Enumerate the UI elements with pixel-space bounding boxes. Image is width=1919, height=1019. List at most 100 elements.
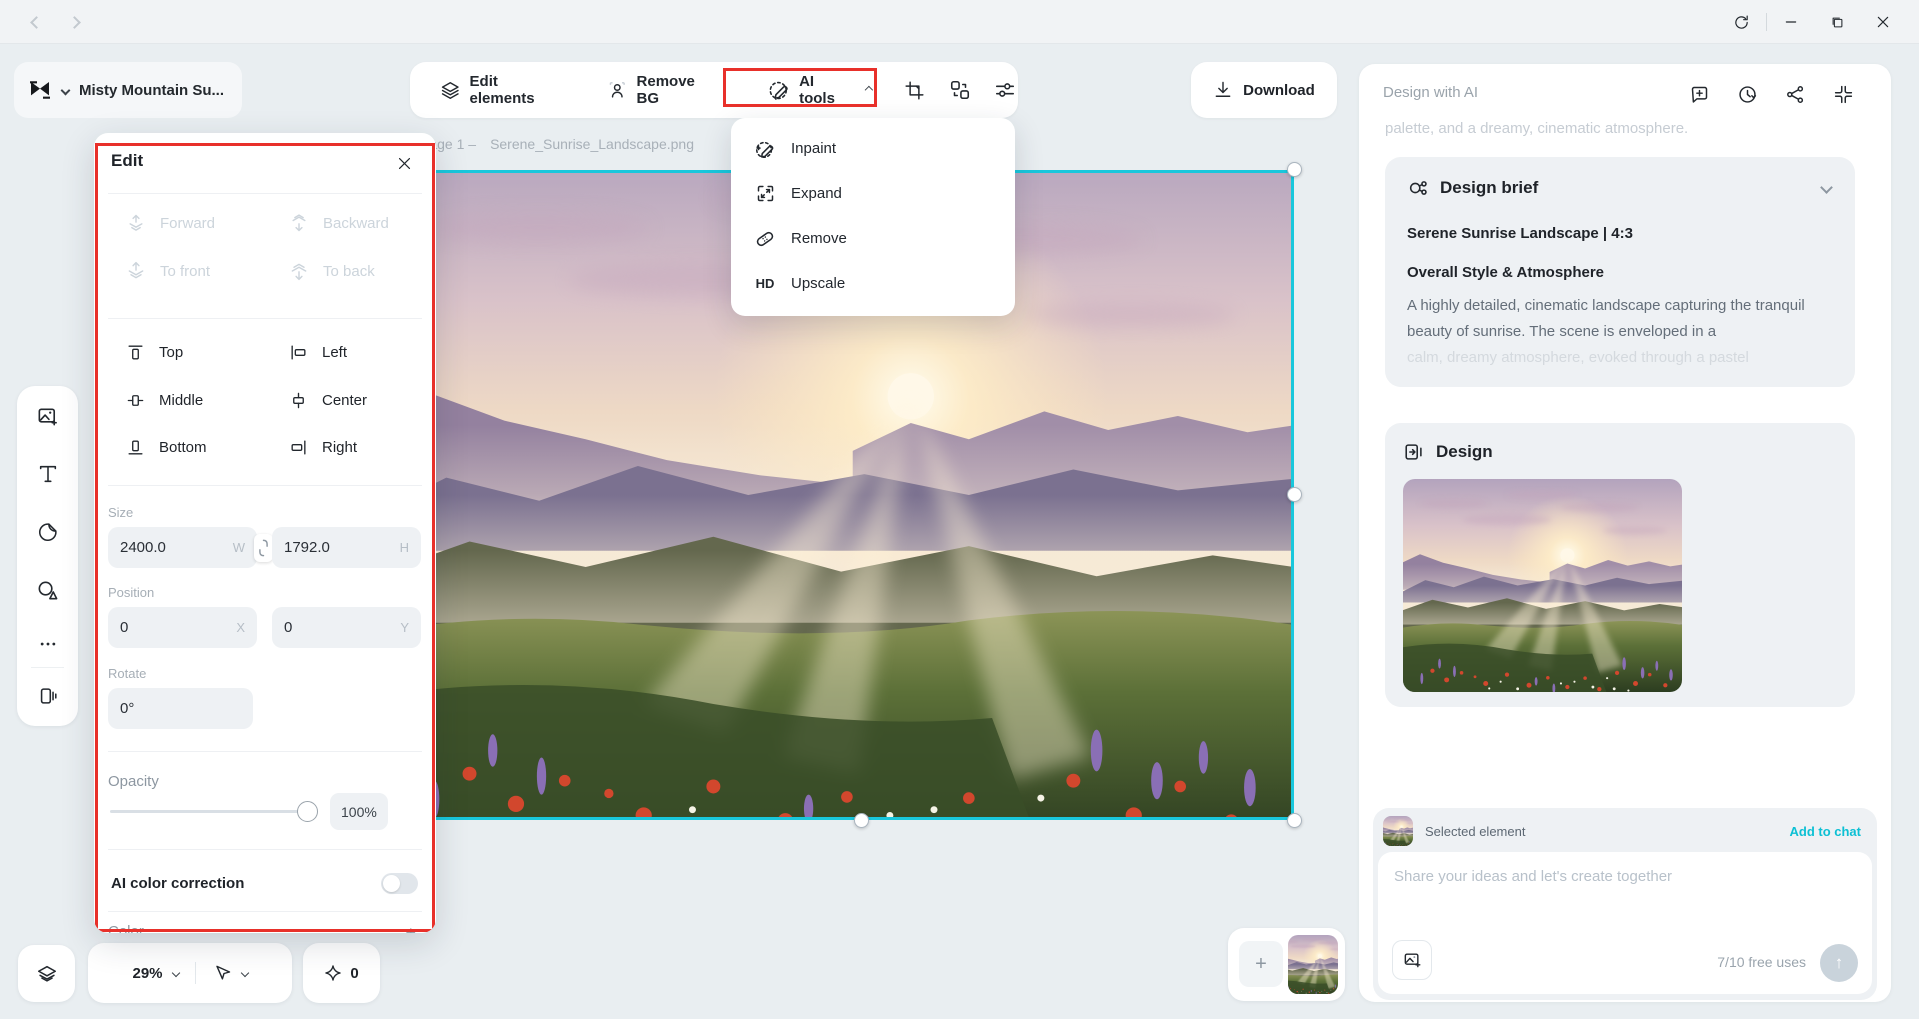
constrain-proportions-toggle[interactable] (254, 534, 273, 562)
ai-tools-menu: Inpaint Expand Remove HD Upscale (731, 118, 1015, 316)
rotate-field[interactable] (108, 688, 253, 729)
replace-icon (950, 80, 969, 100)
align-right-button[interactable]: Right (289, 438, 357, 457)
opacity-slider-thumb[interactable] (297, 801, 318, 822)
align-bottom-icon (128, 440, 143, 455)
selection-handle-top-right[interactable] (1287, 162, 1302, 177)
width-input[interactable] (120, 539, 220, 556)
align-bottom-button[interactable]: Bottom (126, 438, 207, 457)
cursor-icon[interactable] (212, 963, 232, 983)
menu-item-expand[interactable]: Expand (731, 171, 1015, 216)
zoom-level[interactable]: 29% (132, 965, 162, 982)
position-y-input[interactable] (284, 619, 384, 636)
sticker-tool-button[interactable] (30, 514, 66, 550)
align-left-button[interactable]: Left (289, 343, 347, 362)
more-tools-button[interactable] (30, 626, 66, 662)
edit-panel: Edit Forward Backward To front To back T… (94, 133, 436, 933)
position-x-input[interactable] (120, 619, 220, 636)
backward-button[interactable]: Backward (289, 213, 389, 233)
download-label: Download (1243, 81, 1315, 99)
chevron-down-icon[interactable] (60, 85, 71, 95)
maximize-button[interactable] (1822, 8, 1852, 36)
selection-handle-bottom[interactable] (854, 813, 869, 828)
to-front-button[interactable]: To front (126, 261, 210, 281)
position-x-field[interactable]: X (108, 607, 257, 648)
breadcrumb-file[interactable]: Serene_Sunrise_Landscape.png (490, 136, 694, 152)
align-top-button[interactable]: Top (126, 343, 183, 362)
rotate-input[interactable] (120, 700, 220, 717)
close-edit-panel-button[interactable] (394, 153, 414, 173)
layers-button[interactable] (18, 945, 75, 1002)
attach-image-button[interactable] (1392, 940, 1432, 980)
add-to-chat-button[interactable]: Add to chat (1790, 824, 1862, 839)
design-brief-title: Design brief (1440, 178, 1539, 197)
color-label: Color (108, 923, 144, 933)
opacity-value-field[interactable]: 100% (330, 793, 388, 830)
history-button[interactable] (1735, 82, 1759, 106)
to-back-label: To back (323, 262, 375, 280)
adjust-button[interactable] (993, 72, 1018, 108)
chat-input[interactable] (1394, 868, 1834, 885)
menu-item-remove[interactable]: Remove (731, 216, 1015, 261)
page-thumbnail[interactable] (1288, 935, 1338, 994)
chevron-down-icon[interactable] (171, 968, 180, 978)
chevron-right-icon (67, 15, 81, 29)
ai-tools-button[interactable]: AI tools (758, 65, 882, 115)
to-front-label: To front (160, 262, 211, 280)
height-field[interactable]: H (272, 527, 421, 568)
selected-element-avatar (1383, 816, 1413, 846)
comment-plus-icon (1691, 86, 1707, 103)
panel-toggle-icon (40, 688, 57, 704)
close-window-button[interactable] (1868, 8, 1898, 36)
opacity-slider-track[interactable] (110, 810, 310, 813)
design-icon (1405, 444, 1422, 460)
divider (194, 962, 196, 984)
align-center-button[interactable]: Center (289, 391, 367, 410)
menu-item-inpaint[interactable]: Inpaint (731, 126, 1015, 171)
refresh-button[interactable] (1726, 8, 1756, 36)
edit-elements-label: Edit elements (469, 73, 535, 107)
to-back-button[interactable]: To back (289, 261, 375, 281)
selection-handle-bottom-right[interactable] (1287, 813, 1302, 828)
inpaint-label: Inpaint (791, 140, 837, 157)
share-button[interactable] (1783, 82, 1807, 106)
elements-tool-button[interactable] (30, 572, 66, 608)
send-button[interactable]: ↑ (1820, 944, 1858, 982)
add-image-button[interactable] (30, 398, 66, 434)
menu-item-upscale[interactable]: HD Upscale (731, 261, 1015, 306)
minimize-button[interactable] (1776, 8, 1806, 36)
breadcrumb: Page 1 – Serene_Sunrise_Landscape.png (420, 136, 694, 152)
position-label: Position (108, 585, 155, 600)
divider (31, 667, 64, 668)
align-middle-button[interactable]: Middle (126, 391, 203, 410)
design-thumbnail[interactable] (1403, 479, 1682, 692)
height-input[interactable] (284, 539, 384, 556)
panel-toggle-button[interactable] (30, 678, 66, 714)
add-page-button[interactable]: + (1239, 941, 1283, 987)
credits-button[interactable]: 0 (303, 943, 380, 1003)
collapse-panel-button[interactable] (1831, 82, 1855, 106)
forward-button[interactable]: Forward (126, 213, 215, 233)
selection-handle-right[interactable] (1287, 487, 1302, 502)
remove-bg-button[interactable]: Remove BG (597, 65, 730, 115)
toggle-knob (383, 875, 400, 892)
nav-back-button[interactable] (22, 8, 50, 36)
position-y-field[interactable]: Y (272, 607, 421, 648)
add-color-button[interactable]: + (405, 923, 416, 933)
app-logo-icon[interactable] (28, 79, 52, 101)
ai-color-correction-toggle[interactable] (381, 873, 418, 894)
download-button[interactable]: Download (1191, 62, 1337, 118)
new-chat-button[interactable] (1687, 82, 1711, 106)
align-center-icon (293, 392, 304, 409)
brief-nodes-icon (1409, 181, 1427, 195)
crop-button[interactable] (902, 72, 927, 108)
text-tool-button[interactable] (30, 456, 66, 492)
chevron-left-icon (29, 15, 43, 29)
nav-forward-button[interactable] (60, 8, 88, 36)
chevron-down-icon[interactable] (240, 968, 249, 978)
replace-button[interactable] (947, 72, 972, 108)
width-field[interactable]: W (108, 527, 257, 568)
document-pill: Misty Mountain Su... (14, 62, 242, 118)
edit-elements-button[interactable]: Edit elements (430, 65, 575, 115)
document-title[interactable]: Misty Mountain Su... (79, 82, 224, 99)
